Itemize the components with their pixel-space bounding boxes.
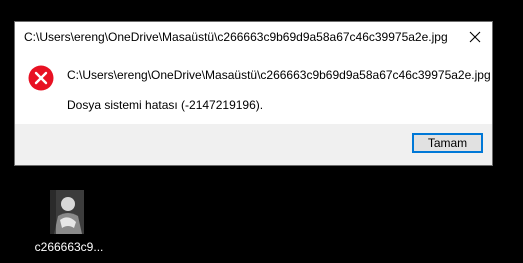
dialog-titlebar[interactable]: C:\Users\ereng\OneDrive\Masaüstü\c266663… [15, 22, 492, 52]
close-icon [469, 31, 481, 42]
ok-button[interactable]: Tamam [412, 133, 483, 153]
desktop-icon-label: c266663c9... [34, 240, 104, 254]
dialog-title: C:\Users\ereng\OneDrive\Masaüstü\c266663… [24, 30, 448, 44]
error-icon [28, 65, 54, 91]
error-dialog: C:\Users\ereng\OneDrive\Masaüstü\c266663… [14, 21, 493, 166]
dialog-content: C:\Users\ereng\OneDrive\Masaüstü\c266663… [15, 52, 492, 126]
desktop: C:\Users\ereng\OneDrive\Masaüstü\c266663… [0, 0, 523, 263]
desktop-file-icon[interactable]: c266663c9... [32, 188, 106, 258]
dialog-footer: Tamam [15, 124, 492, 165]
image-thumbnail-icon [50, 190, 84, 234]
message-path: C:\Users\ereng\OneDrive\Masaüstü\c266663… [67, 68, 491, 82]
message-error: Dosya sistemi hatası (-2147219196). [67, 98, 264, 112]
close-button[interactable] [458, 22, 492, 51]
